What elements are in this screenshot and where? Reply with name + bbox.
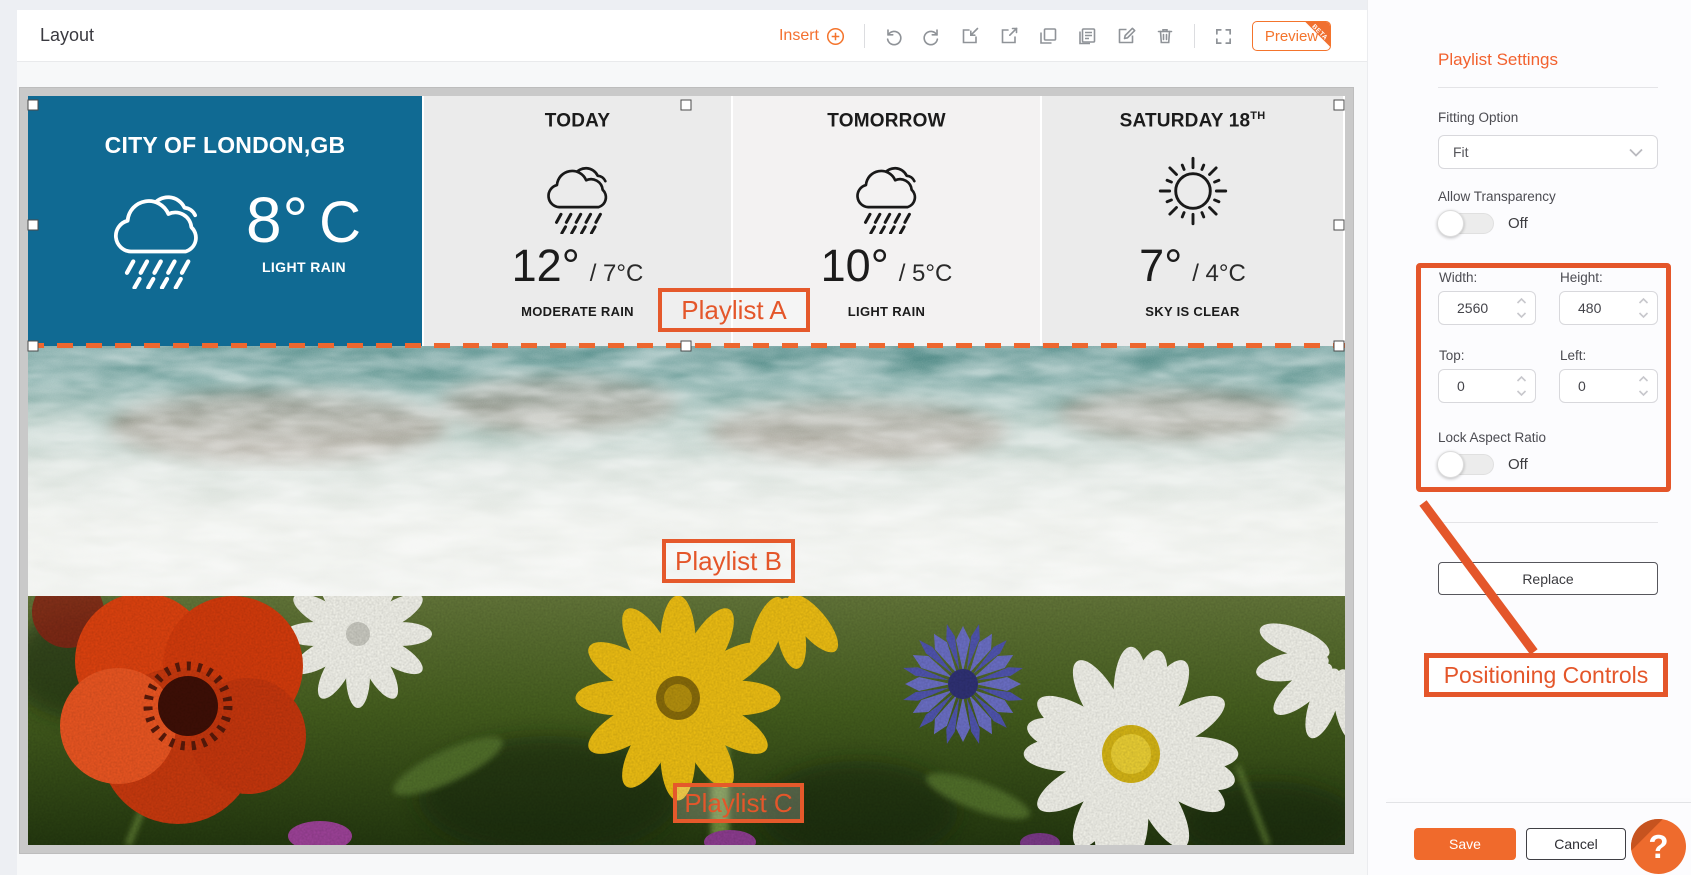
weather-current-unit: C	[319, 190, 363, 255]
forecast-condition: MODERATE RAIN	[521, 304, 634, 320]
selection-handle[interactable]	[680, 340, 692, 352]
selection-handle[interactable]	[27, 340, 39, 352]
playlist-a-label: Playlist A	[658, 288, 810, 332]
width-label: Width:	[1439, 270, 1478, 285]
forecast-day: TOMORROW	[827, 110, 946, 132]
duplicate-icon[interactable]	[1038, 26, 1058, 46]
help-button[interactable]: ?	[1631, 819, 1686, 874]
export-icon[interactable]	[999, 26, 1019, 46]
lock-aspect-ratio-toggle[interactable]	[1437, 451, 1494, 478]
selection-handle[interactable]	[27, 99, 39, 111]
allow-transparency-label: Allow Transparency	[1438, 189, 1556, 204]
selection-handle[interactable]	[1333, 340, 1345, 352]
stepper-arrows-icon[interactable]	[1516, 295, 1527, 326]
fitting-option-value: Fit	[1453, 144, 1469, 160]
allow-transparency-toggle[interactable]	[1437, 210, 1494, 237]
canvas-inner: CITY OF LONDON,GB 8°C LIGHT RAIN TODAY	[27, 96, 1345, 845]
stepper-arrows-icon[interactable]	[1638, 295, 1649, 326]
footer-divider	[1386, 802, 1691, 803]
rain-cloud-icon	[88, 169, 226, 289]
width-stepper	[1438, 291, 1536, 325]
stepper-arrows-icon[interactable]	[1638, 373, 1649, 404]
divider	[1438, 522, 1658, 523]
plus-circle-icon	[826, 27, 845, 46]
top-stepper	[1438, 369, 1536, 403]
forecast-day: SATURDAY 18	[1119, 110, 1251, 132]
preview-label: Preview	[1264, 27, 1319, 45]
save-button[interactable]: Save	[1414, 828, 1516, 860]
redo-icon[interactable]	[922, 27, 941, 46]
undo-icon[interactable]	[884, 27, 903, 46]
lock-aspect-ratio-label: Lock Aspect Ratio	[1438, 430, 1547, 445]
selection-handle[interactable]	[27, 219, 39, 231]
divider	[1438, 87, 1658, 88]
replace-button[interactable]: Replace	[1438, 562, 1658, 595]
weather-current-condition: LIGHT RAIN	[261, 259, 347, 275]
fitting-option-label: Fitting Option	[1438, 110, 1519, 125]
toggle-knob	[1437, 210, 1464, 237]
rain-cloud-icon	[530, 148, 626, 234]
delete-icon[interactable]	[1155, 26, 1175, 46]
forecast-condition: SKY IS CLEAR	[1145, 304, 1240, 320]
toolbar-divider	[1194, 24, 1195, 48]
weather-forecast-saturday: SATURDAY 18TH 7° / 4°C SKY IS CLEAR	[1042, 96, 1343, 346]
allow-transparency-row: Off	[1437, 210, 1528, 237]
insert-button[interactable]: Insert	[779, 27, 845, 46]
forecast-high: 12°	[511, 240, 580, 292]
layout-canvas: CITY OF LONDON,GB 8°C LIGHT RAIN TODAY	[20, 88, 1353, 853]
playlist-b-label: Playlist B	[662, 539, 795, 583]
page-title: Layout	[40, 25, 95, 45]
forecast-low: / 5°C	[898, 260, 953, 288]
toolbar-divider	[864, 24, 865, 48]
edit-icon[interactable]	[1116, 26, 1136, 46]
playlist-settings-panel: Playlist Settings Fitting Option Fit All…	[1367, 0, 1691, 875]
preview-button[interactable]: Preview BETA	[1252, 21, 1331, 51]
editor-header: Layout Insert Preview BETA	[17, 10, 1367, 62]
forecast-high: 7°	[1139, 240, 1183, 292]
positioning-controls-annotation: Positioning Controls	[1424, 653, 1668, 697]
forecast-condition: LIGHT RAIN	[847, 304, 926, 320]
left-label: Left:	[1560, 348, 1587, 363]
top-label: Top:	[1439, 348, 1465, 363]
editor-toolbar: Insert Preview BETA	[779, 10, 1331, 62]
copy-notes-icon[interactable]	[1077, 26, 1097, 46]
forecast-day: TODAY	[544, 110, 611, 132]
toggle-knob	[1437, 451, 1464, 478]
lock-aspect-ratio-row: Off	[1437, 451, 1528, 478]
sun-icon	[1145, 148, 1241, 234]
layout-editor-panel: Layout Insert Preview BETA CITY OF LONDO…	[17, 10, 1367, 875]
stepper-arrows-icon[interactable]	[1516, 373, 1527, 404]
cancel-button[interactable]: Cancel	[1526, 828, 1626, 860]
allow-transparency-state: Off	[1508, 215, 1528, 232]
sidebar-title: Playlist Settings	[1438, 50, 1558, 69]
import-icon[interactable]	[960, 26, 980, 46]
weather-location: CITY OF LONDON,GB	[104, 132, 346, 158]
height-label: Height:	[1560, 270, 1603, 285]
playlist-c-label: Playlist C	[673, 783, 804, 823]
forecast-high: 10°	[820, 240, 889, 292]
forecast-low: / 4°C	[1192, 260, 1246, 288]
forecast-low: / 7°C	[589, 260, 644, 288]
fullscreen-icon[interactable]	[1214, 27, 1233, 46]
selection-handle[interactable]	[680, 99, 692, 111]
selection-handle[interactable]	[1333, 99, 1345, 111]
insert-label: Insert	[778, 27, 819, 44]
fitting-option-select[interactable]: Fit	[1438, 135, 1658, 169]
weather-current-temp: 8°	[245, 184, 310, 256]
weather-current-panel: CITY OF LONDON,GB 8° C LIGHT RAIN	[28, 96, 422, 346]
chevron-down-icon	[1629, 144, 1643, 160]
rain-cloud-icon	[839, 148, 935, 234]
left-stepper	[1559, 369, 1658, 403]
lock-aspect-ratio-state: Off	[1508, 456, 1528, 473]
selection-handle[interactable]	[1333, 219, 1345, 231]
height-stepper	[1559, 291, 1658, 325]
